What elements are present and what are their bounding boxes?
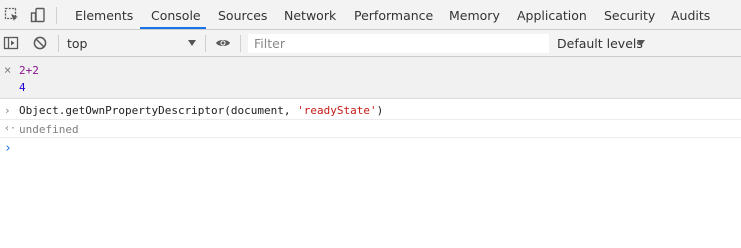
tab-security[interactable]: Security [604,0,655,29]
console-toolbar: top Default levels [0,30,741,57]
tab-audits[interactable]: Audits [671,0,710,29]
code-text: ) [376,104,384,117]
devtools-tabbar: Elements Console Sources Network Perform… [0,0,741,30]
tab-elements[interactable]: Elements [75,0,133,29]
log-levels-dropdown[interactable]: Default levels [557,30,643,56]
context-selector[interactable]: top [67,30,87,56]
active-tab-indicator [140,27,206,29]
console-result-row: ‹· undefined [0,120,741,138]
close-icon[interactable]: × [4,63,11,77]
tab-sources[interactable]: Sources [218,0,267,29]
console-command[interactable]: Object.getOwnPropertyDescriptor(document… [19,104,383,117]
toolbar-divider [205,35,206,52]
inspect-element-icon[interactable] [4,7,20,23]
console-prompt-row[interactable]: › [0,139,741,159]
live-expression-eye-icon[interactable] [215,35,231,51]
tab-network[interactable]: Network [284,0,336,29]
tab-application[interactable]: Application [517,0,587,29]
filter-input[interactable] [248,34,549,53]
show-sidebar-icon[interactable] [3,35,19,51]
tab-memory[interactable]: Memory [449,0,500,29]
console-input-text: 2+2 [19,64,39,77]
result-arrow-icon: ‹· [4,123,17,134]
console-result-value: 4 [19,81,26,94]
console-result-text: undefined [19,123,79,136]
toolbar-divider [240,35,241,52]
chevron-down-icon[interactable] [188,40,196,46]
console-entry-group: × 2+2 4 [0,57,741,99]
code-text: Object.getOwnPropertyDescriptor(document… [19,104,298,117]
tabbar-divider [56,7,57,24]
toolbar-divider [58,35,59,52]
code-string-literal: 'readyState' [297,104,377,117]
chevron-down-icon[interactable] [637,40,645,46]
clear-console-icon[interactable] [32,35,48,51]
device-toolbar-icon[interactable] [30,7,46,23]
tab-performance[interactable]: Performance [354,0,433,29]
tab-console[interactable]: Console [151,0,201,29]
console-input-row: › Object.getOwnPropertyDescriptor(docume… [0,100,741,120]
prompt-chevron-icon: › [4,104,11,117]
prompt-chevron-icon: › [4,141,12,156]
